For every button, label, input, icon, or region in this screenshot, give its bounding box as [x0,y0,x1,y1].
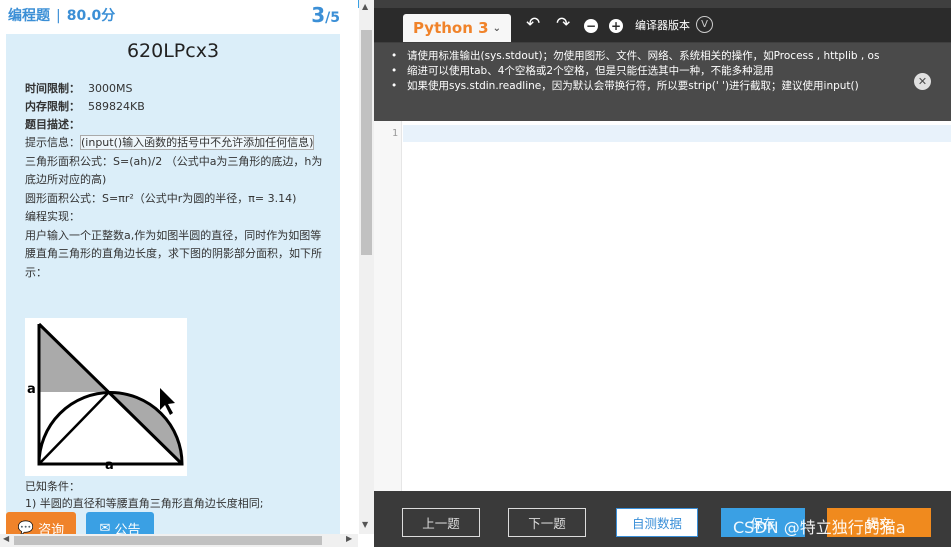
problem-figure: a a [25,318,187,476]
impl-label: 编程实现： [25,210,80,223]
time-limit-value: 3000MS [88,82,133,95]
known-label: 已知条件： [25,480,80,493]
vertical-scrollbar[interactable]: ▲ ▼ [359,0,374,534]
language-label: Python 3 [413,19,489,37]
notice-item: 请使用标准输出(sys.stdout)；勿使用图形、文件、网络、系统相关的操作，… [391,49,881,64]
question-type: 编程题 | 80.0分 [8,5,115,25]
known-conditions: 已知条件： 1) 半圆的直径和等腰直角三角形直角边长度相同; [6,478,340,512]
header-separator: | [56,8,61,24]
horizontal-scroll-thumb[interactable] [14,536,322,545]
scroll-right-icon[interactable]: ▶ [346,534,352,543]
undo-icon[interactable]: ↶ [526,14,540,34]
watermark: CSDN @特立独行的猫a [733,518,906,537]
zoom-out-icon[interactable]: − [584,19,598,33]
self-test-button[interactable]: 自测数据 [616,508,698,537]
shaded-area-diagram [37,322,184,466]
compiler-version-label[interactable]: 编译器版本 [635,17,690,33]
mouse-cursor-icon [160,388,175,415]
time-limit-label: 时间限制： [25,82,80,95]
problem-meta: 时间限制： 3000MS 内存限制： 589824KB 题目描述： [6,80,340,134]
version-info-icon[interactable]: V [696,16,713,33]
problem-panel: 编程题 | 80.0分 3/5 620LPcx3 时间限制： 3000MS 内存限制：… [0,0,358,547]
scroll-up-icon[interactable]: ▲ [362,2,368,11]
language-select[interactable]: Python 3 ⌄ [403,14,511,42]
line-gutter: 1 [374,121,402,491]
vertical-scroll-thumb[interactable] [361,30,372,255]
circle-formula: 圆形面积公式：S=πr²（公式中r为圆的半径，π= 3.14) [25,191,297,205]
line-number: 1 [391,128,398,139]
chevron-down-icon: ⌄ [492,22,501,34]
question-total: /5 [325,10,340,26]
problem-content: 620LPcx3 时间限制： 3000MS 内存限制： 589824KB 题目描述：… [6,34,340,534]
question-current: 3 [311,3,326,27]
editor-panel: Python 3⌄ ↶ ↷ − + 编译器版本 V 请使用标准输出(sys.st… [374,0,951,547]
problem-description: 提示信息：(input()输入函数的括号中不允许添加任何信息) 三角形面积公式：… [6,134,340,282]
close-icon[interactable]: ✕ [914,73,931,90]
notice-item: 缩进可以使用tab、4个空格或2个空格，但是只能任选其中一种，不能多种混用 [391,64,881,79]
tip-text: (input()输入函数的括号中不允许添加任何信息) [80,135,315,150]
editor-toolbar: Python 3 ⌄ ↶ ↷ − + 编译器版本 V [374,8,951,42]
task-text: 用户输入一个正整数a,作为如图半圆的直径，同时作为如图等腰直角三角形的直角边长度… [25,228,322,279]
scroll-down-icon[interactable]: ▼ [362,520,368,529]
question-type-label: 编程题 [8,8,50,24]
triangle-formula: 三角形面积公式：S=(ah)/2 （公式中a为三角形的底边，h为底边所对应的高) [25,154,323,187]
redo-icon[interactable]: ↷ [556,14,570,34]
figure-label-bottom: a [105,458,114,473]
zoom-in-icon[interactable]: + [609,19,623,33]
horizontal-scrollbar[interactable]: ◀ ▶ [0,534,358,547]
scroll-left-icon[interactable]: ◀ [3,534,9,543]
question-score: 80.0分 [66,8,116,24]
description-label: 题目描述： [25,118,80,131]
memory-limit-label: 内存限制： [25,100,80,113]
question-progress: 3/5 [311,3,340,27]
editor-notice: 请使用标准输出(sys.stdout)；勿使用图形、文件、网络、系统相关的操作，… [374,43,951,121]
known-item-1: 1) 半圆的直径和等腰直角三角形直角边长度相同; [25,497,264,510]
code-editor[interactable]: 1 [374,121,951,491]
problem-header: 编程题 | 80.0分 3/5 [0,0,358,30]
problem-title: 620LPcx3 [126,40,220,62]
next-question-button[interactable]: 下一题 [508,508,586,537]
prev-question-button[interactable]: 上一题 [402,508,480,537]
notice-item: 如果使用sys.stdin.readline，因为默认会带换行符，所以要stri… [391,79,881,94]
figure-label-left: a [27,382,36,397]
memory-limit-value: 589824KB [88,100,145,113]
current-line-highlight [403,125,951,142]
tip-prefix: 提示信息： [25,136,80,149]
